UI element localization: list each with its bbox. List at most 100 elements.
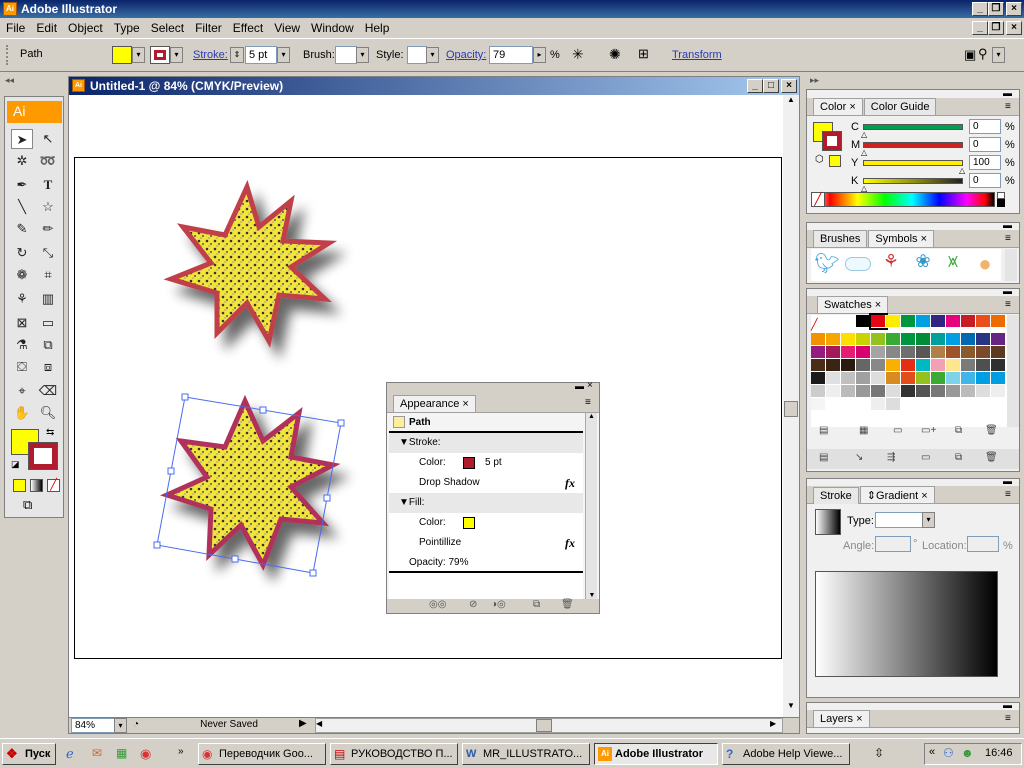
tab-gradient[interactable]: ⇕Gradient × xyxy=(859,486,935,503)
bridge-icon[interactable]: ▣ xyxy=(964,47,976,63)
swatch-chip[interactable] xyxy=(886,359,901,372)
chrome-icon[interactable]: ◉ xyxy=(140,746,151,762)
swatch-chip[interactable] xyxy=(811,333,826,346)
swatch-chip[interactable] xyxy=(961,333,976,346)
color-spectrum[interactable] xyxy=(811,192,995,207)
swatch-libraries-icon[interactable]: ▤ xyxy=(819,425,828,436)
swatch-chip[interactable] xyxy=(991,372,1006,385)
star-shape-selected[interactable] xyxy=(160,394,341,571)
y-slider-handle-icon[interactable]: △ xyxy=(959,166,965,175)
opacity-label[interactable]: Opacity: xyxy=(446,49,486,61)
symbol-sprayer-tool-icon[interactable]: ⚘ xyxy=(11,289,33,309)
gear-icon[interactable]: ✺ xyxy=(609,46,621,63)
swatch-chip[interactable] xyxy=(811,398,826,411)
swatch-chip[interactable] xyxy=(869,313,888,330)
collapse-icon[interactable]: ◂◂ xyxy=(5,75,14,86)
swatch-chip[interactable] xyxy=(826,333,841,346)
m-slider-handle-icon[interactable]: △ xyxy=(861,148,867,157)
duplicate-item-icon[interactable]: ⧉ xyxy=(533,599,540,610)
swatch-chip[interactable] xyxy=(991,346,1006,359)
swatch-chip[interactable] xyxy=(931,315,946,328)
eyedropper-tool-icon[interactable]: ⚗ xyxy=(11,335,33,355)
swatch-chip[interactable] xyxy=(826,359,841,372)
swatch-chip[interactable] xyxy=(901,359,916,372)
zoom-tool-icon[interactable]: 🔍︎ xyxy=(37,403,59,423)
swatch-chip[interactable] xyxy=(886,333,901,346)
swatch-chip[interactable] xyxy=(991,385,1006,398)
swatch-chip[interactable] xyxy=(946,333,961,346)
close-icon[interactable]: × xyxy=(587,380,593,391)
swatch-chip[interactable] xyxy=(856,372,871,385)
doc-close-button[interactable]: × xyxy=(1006,21,1022,35)
swatch-chip[interactable] xyxy=(976,333,991,346)
swatch-chip[interactable] xyxy=(931,385,946,398)
scroll-up-icon[interactable]: ▲ xyxy=(586,413,597,420)
appearance-header[interactable]: Path xyxy=(389,413,583,433)
swatch-chip[interactable] xyxy=(871,372,886,385)
swatch-chip[interactable] xyxy=(946,315,961,328)
swatch-chip[interactable] xyxy=(991,333,1006,346)
swatch-chip[interactable] xyxy=(886,372,901,385)
swatches-scrollbar[interactable] xyxy=(1007,315,1019,427)
swatch-chip[interactable] xyxy=(916,315,931,328)
magic-wand-tool-icon[interactable]: ✲ xyxy=(11,151,33,171)
swatch-chip[interactable] xyxy=(856,398,871,411)
swatch-chip[interactable] xyxy=(931,346,946,359)
search-icon[interactable]: ⚲ xyxy=(978,46,988,62)
delete-swatch-icon[interactable]: 🗑︎ xyxy=(985,425,998,436)
new-art-basic-icon[interactable]: ◎◎ xyxy=(429,599,446,610)
new-swatch-icon[interactable]: ⧉ xyxy=(955,425,962,436)
taskbar-item-help-viewer[interactable]: ? Adobe Help Viewe... xyxy=(722,743,850,765)
swatch-chip[interactable] xyxy=(856,385,871,398)
swatch-chip[interactable] xyxy=(856,333,871,346)
taskbar-item-pdf[interactable]: ▤ РУКОВОДСТВО П... xyxy=(330,743,458,765)
line-tool-icon[interactable]: ╲ xyxy=(11,197,33,217)
scroll-down-icon[interactable]: ▼ xyxy=(586,592,598,599)
paintbrush-tool-icon[interactable]: ✎ xyxy=(11,219,33,239)
swatch-chip[interactable] xyxy=(811,385,826,398)
warp-tool-icon[interactable]: ❁ xyxy=(11,265,33,285)
desktop-icon[interactable]: ▦ xyxy=(116,746,127,760)
start-button[interactable]: ❖ Пуск xyxy=(2,743,56,765)
horizontal-scrollbar[interactable]: ◀ ▶ xyxy=(315,718,783,733)
zoom-dropdown[interactable]: ▾ xyxy=(114,718,127,733)
doc-window-maximize-button[interactable]: □ xyxy=(763,79,779,93)
swatch-chip[interactable] xyxy=(826,398,841,411)
stroke-weight-stepper[interactable]: ⇕ xyxy=(230,47,244,63)
swatch-chip[interactable] xyxy=(976,372,991,385)
tab-symbols[interactable]: Symbols × xyxy=(868,230,935,247)
pointillize-row[interactable]: Pointillize fx xyxy=(389,533,583,553)
style-field[interactable] xyxy=(407,46,427,64)
graph-tool-icon[interactable]: ▥ xyxy=(37,289,59,309)
swatch-chip[interactable] xyxy=(856,346,871,359)
style-dropdown[interactable]: ▾ xyxy=(426,47,439,63)
m-value[interactable]: 0 xyxy=(969,137,1001,152)
panel-menu-icon[interactable]: ≡ xyxy=(1005,713,1011,724)
opacity-row[interactable]: Opacity: 79% xyxy=(389,553,583,573)
tab-layers[interactable]: Layers × xyxy=(813,710,870,727)
k-value[interactable]: 0 xyxy=(969,173,1001,188)
fill-row[interactable]: ▼Fill: xyxy=(389,493,583,513)
appearance-drag-bar[interactable]: ▬ × xyxy=(387,380,599,395)
dots-symbol-icon[interactable]: ● xyxy=(971,251,999,279)
swatch-chip[interactable] xyxy=(871,359,886,372)
panel-menu-icon[interactable]: ≡ xyxy=(1005,299,1011,310)
c-slider-handle-icon[interactable]: △ xyxy=(861,130,867,139)
swatch-chip[interactable] xyxy=(961,315,976,328)
menu-filter[interactable]: Filter xyxy=(189,18,227,35)
angle-field[interactable] xyxy=(875,536,911,552)
fill-color-chip[interactable] xyxy=(463,517,475,529)
swatch-chip[interactable] xyxy=(901,372,916,385)
out-of-gamut-icon[interactable]: ⬡ xyxy=(815,154,824,165)
none-mode-icon[interactable]: ╱ xyxy=(47,479,60,492)
swatch-chip[interactable] xyxy=(961,372,976,385)
pen-tool-icon[interactable]: ✒ xyxy=(11,175,33,195)
swatch-chip[interactable] xyxy=(916,385,931,398)
toggle-direction-icon[interactable]: ◔ xyxy=(133,719,145,730)
swatch-chip[interactable] xyxy=(946,346,961,359)
menu-edit[interactable]: Edit xyxy=(30,18,62,35)
fill-dropdown[interactable]: ▾ xyxy=(132,47,145,63)
gradient-type-select[interactable] xyxy=(875,512,923,528)
swatch-chip[interactable] xyxy=(976,359,991,372)
swatch-chip[interactable] xyxy=(961,359,976,372)
